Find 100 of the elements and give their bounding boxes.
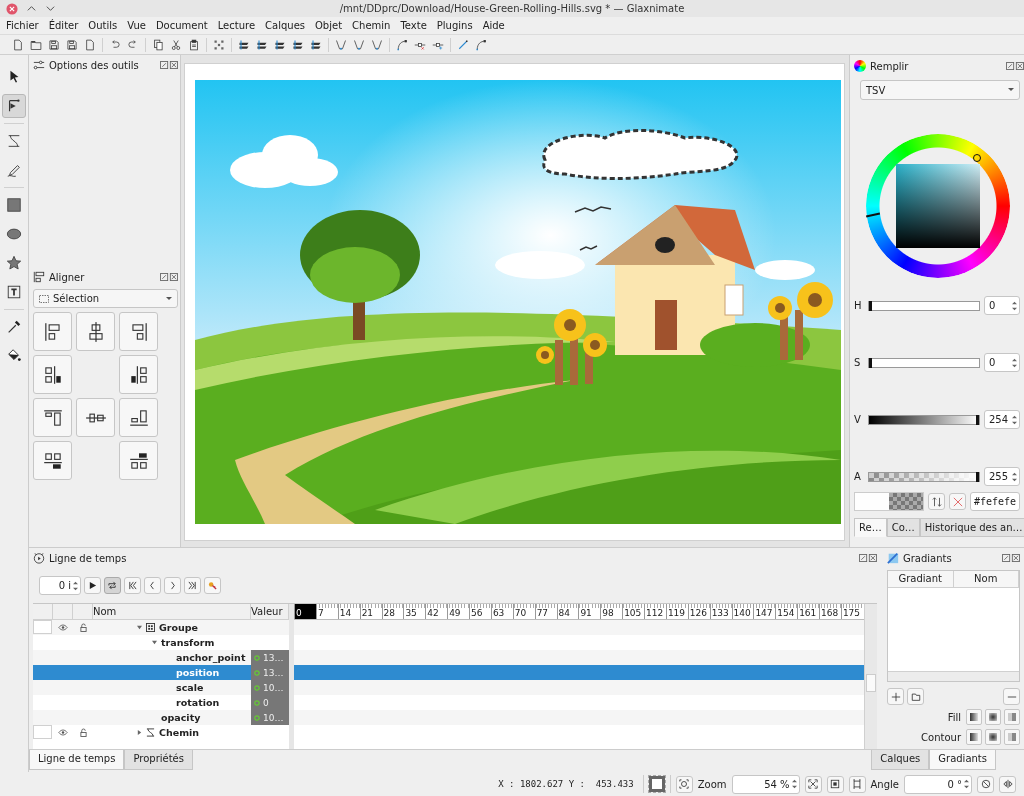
hue-handle[interactable]	[865, 212, 881, 218]
spin-arrows-icon[interactable]	[1012, 470, 1017, 483]
play-button[interactable]	[84, 577, 101, 594]
fit-button[interactable]	[675, 775, 693, 793]
scissors-icon[interactable]	[170, 38, 182, 51]
distribute-top-button[interactable]	[33, 441, 72, 480]
zoom-spinbox[interactable]: 54 %	[731, 774, 800, 794]
layer-checkbox[interactable]	[33, 620, 52, 634]
column-header[interactable]: Nom	[953, 571, 1019, 587]
channel-spinbox[interactable]: 0	[984, 353, 1020, 372]
loop-button[interactable]	[104, 577, 121, 594]
menu-item[interactable]: Chemin	[352, 20, 391, 31]
channel-spinbox[interactable]: 255	[984, 467, 1020, 486]
hex-field[interactable]: #fefefe	[970, 492, 1020, 511]
edit-tool-button[interactable]	[2, 94, 26, 118]
menu-item[interactable]: Vue	[127, 20, 146, 31]
channel-spinbox[interactable]: 254	[984, 410, 1020, 429]
tree-row[interactable]: anchor_point 13…	[33, 650, 289, 665]
node-icon[interactable]	[353, 38, 365, 51]
no-gradient-button[interactable]	[1004, 729, 1020, 745]
linear-gradient-button[interactable]	[966, 709, 982, 725]
collapsed-arrow-icon[interactable]	[137, 730, 142, 735]
new-document-icon[interactable]	[12, 38, 24, 51]
padlock-icon[interactable]	[79, 623, 87, 632]
panel-tab[interactable]: Propriétés	[124, 750, 193, 770]
chevron-down-icon[interactable]	[45, 3, 56, 14]
color-model-dropdown[interactable]: TSV	[860, 80, 1020, 100]
close-icon[interactable]	[6, 2, 18, 15]
layer-stack-icon[interactable]	[310, 38, 322, 51]
panel-tab[interactable]: Gradiants	[929, 750, 996, 770]
redo-icon[interactable]	[127, 38, 139, 51]
slider-handle[interactable]	[975, 414, 979, 425]
previous-frame-button[interactable]	[144, 577, 161, 594]
selection-dropdown[interactable]: Sélection	[33, 289, 178, 308]
panel-tab[interactable]: Co…	[886, 518, 920, 537]
spin-arrows-icon[interactable]	[964, 778, 969, 790]
horizontal-scrollbar[interactable]	[888, 671, 1019, 681]
column-header[interactable]: Valeur	[251, 604, 289, 619]
channel-slider[interactable]	[868, 357, 980, 368]
value-cell[interactable]: 0	[251, 695, 289, 710]
channel-slider[interactable]	[868, 471, 980, 482]
first-frame-button[interactable]	[124, 577, 141, 594]
chevron-up-icon[interactable]	[26, 3, 37, 14]
tree-row[interactable]: transform	[33, 635, 289, 650]
tree-row[interactable]: Chemin	[33, 725, 289, 740]
channel-spinbox[interactable]: 0	[984, 296, 1020, 315]
value-cell[interactable]: 10…	[251, 710, 289, 725]
tree-row[interactable]: scale 10…	[33, 680, 289, 695]
node-icon[interactable]	[335, 38, 347, 51]
distribute-bottom-button[interactable]	[119, 441, 158, 480]
expanded-arrow-icon[interactable]	[137, 625, 142, 630]
slider-handle[interactable]	[976, 471, 979, 482]
eye-icon[interactable]	[58, 624, 68, 631]
value-cell[interactable]: 10…	[251, 680, 289, 695]
tree-row[interactable]: opacity 10…	[33, 710, 289, 725]
layer-stack-icon[interactable]	[292, 38, 304, 51]
layer-stack-icon[interactable]	[256, 38, 268, 51]
panel-tab[interactable]: Calques	[871, 750, 930, 770]
menu-item[interactable]: Éditer	[48, 20, 79, 31]
linear-gradient-button[interactable]	[966, 729, 982, 745]
gradient-list[interactable]: Gradiant Nom	[887, 570, 1020, 682]
last-frame-button[interactable]	[184, 577, 201, 594]
spin-arrows-icon[interactable]	[1012, 299, 1017, 312]
menu-item[interactable]: Document	[155, 20, 208, 31]
align-left-button[interactable]	[33, 312, 72, 351]
menu-item[interactable]: Aide	[482, 20, 505, 31]
undo-icon[interactable]	[109, 38, 121, 51]
column-header[interactable]: Nom	[93, 604, 251, 619]
column-header[interactable]: Gradiant	[888, 571, 954, 587]
line-icon[interactable]	[457, 38, 469, 51]
saturation-value-square[interactable]	[896, 164, 980, 248]
channel-slider[interactable]	[868, 300, 980, 311]
spin-arrows-icon[interactable]	[791, 778, 797, 790]
value-cell[interactable]: 13…	[251, 650, 289, 665]
copy-icon[interactable]	[152, 38, 164, 51]
layer-checkbox[interactable]	[33, 725, 52, 739]
slider-handle[interactable]	[869, 300, 872, 311]
align-top-button[interactable]	[33, 398, 72, 437]
frame-ruler[interactable]: 0 7 14 21 28 35 42 49 56 63 70 77 84 91 98 105 112 119 126 133 140 147 154 161 168 175	[294, 604, 864, 620]
menu-item[interactable]: Lecture	[217, 20, 256, 31]
align-center-button[interactable]	[76, 312, 115, 351]
align-right-button[interactable]	[119, 312, 158, 351]
curve-icon[interactable]	[475, 38, 487, 51]
tree-row[interactable]: position 13…	[33, 665, 289, 680]
expanded-arrow-icon[interactable]	[152, 640, 157, 645]
curve-icon[interactable]	[396, 38, 408, 51]
flip-button[interactable]	[999, 775, 1016, 793]
panel-tab[interactable]: Re…	[854, 518, 887, 537]
node-icon[interactable]	[371, 38, 383, 51]
radial-gradient-button[interactable]	[985, 729, 1001, 745]
next-frame-button[interactable]	[164, 577, 181, 594]
align-bottom-button[interactable]	[119, 398, 158, 437]
grid-icon[interactable]	[213, 38, 225, 51]
menu-item[interactable]: Outils	[88, 20, 118, 31]
swap-button[interactable]	[928, 493, 945, 510]
no-gradient-button[interactable]	[1004, 709, 1020, 725]
menu-item[interactable]: Texte	[400, 20, 427, 31]
value-cell[interactable]: 13…	[251, 665, 289, 680]
distribute-left-button[interactable]	[33, 355, 72, 394]
radial-gradient-button[interactable]	[985, 709, 1001, 725]
